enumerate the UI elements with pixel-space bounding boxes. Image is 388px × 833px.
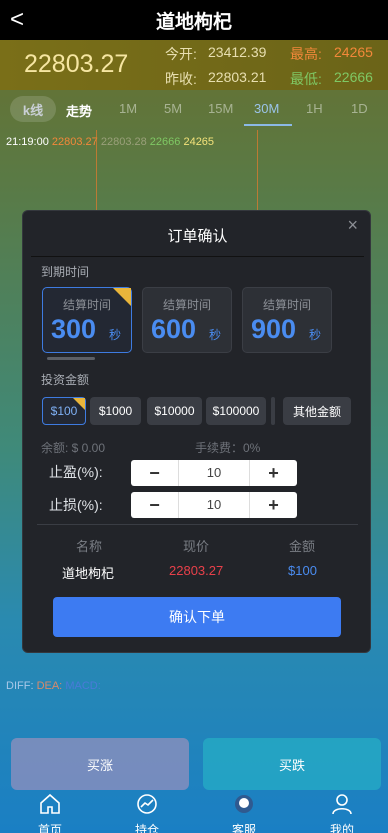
price-bar: 22803.27 今开: 23412.39 最高: 24265 昨收: 2280…: [0, 40, 388, 90]
expiry-card-600[interactable]: 结算时间 600 秒: [142, 287, 232, 353]
tab-1d[interactable]: 1D: [351, 101, 368, 116]
plus-icon[interactable]: +: [249, 460, 297, 486]
period-tabs: k线 走势 1M 5M 15M 30M 1H 1D: [0, 92, 388, 128]
open-label: 今开:: [165, 46, 197, 62]
order-price: 22803.27: [169, 563, 224, 578]
bottom-nav: 首页 持仓 客服 我的: [0, 790, 388, 833]
legend-time: 21:19:00: [6, 136, 49, 148]
close-icon[interactable]: ×: [347, 215, 358, 236]
page-title: 道地枸杞: [155, 11, 232, 33]
buy-down-button[interactable]: 买跌: [203, 738, 381, 790]
nav-label: 我的: [329, 823, 354, 833]
top-bar: < 道地枸杞: [0, 0, 388, 40]
tab-15m[interactable]: 15M: [208, 101, 233, 116]
high-label: 最高:: [290, 46, 322, 62]
card-seconds: 300: [51, 314, 97, 344]
amount-divider: [271, 397, 275, 425]
prev-close-label: 昨收:: [165, 71, 197, 87]
plus-icon[interactable]: +: [249, 492, 297, 518]
nav-mine[interactable]: 我的: [312, 792, 372, 833]
home-icon: [40, 793, 60, 814]
card-seconds: 600: [151, 314, 197, 344]
nav-label: 客服: [231, 823, 256, 833]
take-profit-stepper: − 10 +: [131, 460, 297, 486]
legend-value-3: 22666: [149, 136, 181, 148]
chart-legend: 21:19:00 22803.27 22803.28 22666 24265: [6, 136, 214, 148]
col-header-name: 名称: [76, 539, 103, 554]
chart-line: [257, 130, 258, 210]
nav-home[interactable]: 首页: [20, 792, 80, 833]
legend-value-1: 22803.27: [51, 136, 98, 148]
amount-option-100000[interactable]: $100000: [206, 397, 266, 425]
nav-service[interactable]: 客服: [214, 792, 274, 833]
current-price: 22803.27: [24, 50, 129, 78]
expiry-label: 到期时间: [41, 265, 90, 279]
high-value: 24265: [334, 44, 373, 60]
nav-positions[interactable]: 持仓: [117, 792, 177, 833]
stop-loss-label: 止损(%):: [49, 497, 103, 513]
card-unit: 秒: [109, 328, 122, 342]
legend-value-4: 24265: [183, 136, 215, 148]
order-confirm-dialog: 订单确认 × 到期时间 结算时间 300 秒 结算时间 600 秒 结算时间 9…: [22, 210, 371, 653]
diff-label: DIFF:: [6, 680, 34, 692]
card-unit: 秒: [309, 328, 322, 342]
card-unit: 秒: [209, 328, 222, 342]
col-header-amount: 金额: [289, 539, 316, 554]
tab-5m[interactable]: 5M: [164, 101, 182, 116]
back-icon[interactable]: <: [10, 6, 24, 34]
cards-scrollbar[interactable]: [47, 357, 95, 360]
card-seconds: 900: [251, 314, 297, 344]
card-label: 结算时间: [162, 298, 211, 312]
col-header-price: 现价: [183, 539, 210, 554]
tab-30m[interactable]: 30M: [254, 101, 279, 116]
card-label: 结算时间: [62, 298, 111, 312]
dialog-title: 订单确认: [167, 228, 228, 245]
macd-label: MACD:: [65, 680, 101, 692]
expiry-card-900[interactable]: 结算时间 900 秒: [242, 287, 332, 353]
tab-kline[interactable]: k线: [10, 96, 56, 122]
nav-label: 持仓: [134, 823, 159, 833]
amount-option-10000[interactable]: $10000: [147, 397, 202, 425]
low-label: 最低:: [290, 71, 322, 87]
open-value: 23412.39: [208, 44, 267, 60]
tab-1h[interactable]: 1H: [306, 101, 323, 116]
confirm-order-button[interactable]: 确认下单: [53, 597, 341, 637]
chart-line: [96, 130, 97, 210]
take-profit-input[interactable]: 10: [179, 460, 249, 486]
fee-text: 手续费：0%: [195, 441, 261, 455]
user-icon: [332, 794, 352, 815]
divider: [31, 256, 364, 257]
nav-label: 首页: [37, 823, 62, 833]
stop-loss-stepper: − 10 +: [131, 492, 297, 518]
expiry-card-300[interactable]: 结算时间 300 秒: [42, 287, 132, 353]
legend-value-2: 22803.28: [100, 136, 147, 148]
other-amount-button[interactable]: 其他金额: [283, 397, 351, 425]
amount-label: 投资金额: [41, 373, 90, 387]
amount-option-1000[interactable]: $1000: [90, 397, 141, 425]
selected-check-icon: [73, 398, 85, 410]
minus-icon[interactable]: −: [131, 492, 179, 518]
chart-icon: [137, 794, 157, 814]
order-name: 道地枸杞: [62, 566, 115, 581]
prev-close-value: 22803.21: [208, 69, 267, 85]
tab-1m[interactable]: 1M: [119, 101, 137, 116]
stop-loss-input[interactable]: 10: [179, 492, 249, 518]
order-amount: $100: [288, 563, 317, 578]
dea-label: DEA:: [36, 680, 63, 692]
buy-up-button[interactable]: 买涨: [11, 738, 189, 790]
macd-legend: DIFF: DEA: MACD:: [6, 680, 101, 692]
divider: [37, 524, 358, 525]
amount-option-100[interactable]: $100: [42, 397, 86, 425]
tab-trend[interactable]: 走势: [66, 101, 92, 120]
headset-icon: [235, 795, 253, 813]
take-profit-label: 止盈(%):: [49, 464, 103, 480]
low-value: 22666: [334, 69, 373, 85]
card-label: 结算时间: [262, 298, 311, 312]
balance-text: 余额: $ 0.00: [41, 441, 106, 455]
minus-icon[interactable]: −: [131, 460, 179, 486]
tab-underline: [244, 124, 292, 126]
